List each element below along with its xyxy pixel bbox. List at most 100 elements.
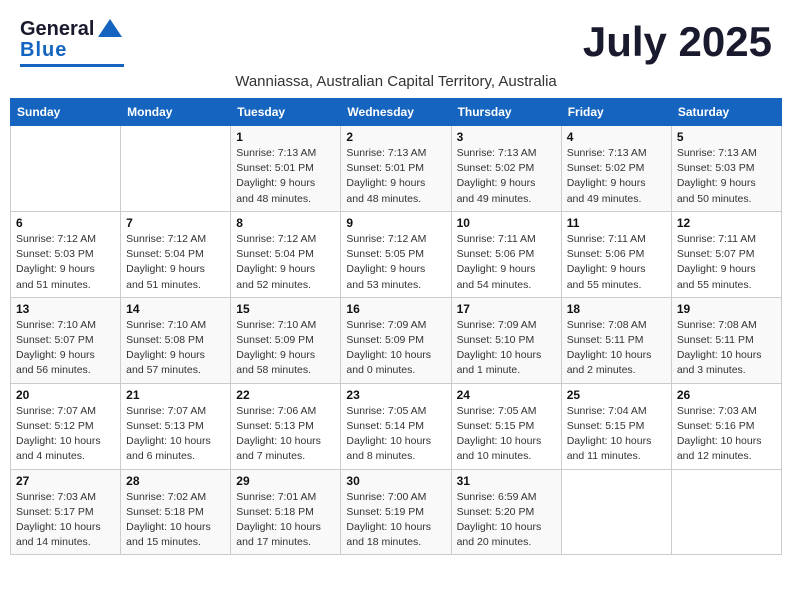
day-info: Sunrise: 7:13 AM Sunset: 5:03 PM Dayligh…	[677, 146, 776, 207]
day-number: 31	[457, 474, 556, 488]
logo-blue: Blue	[20, 39, 67, 62]
calendar-body: 1 Sunrise: 7:13 AM Sunset: 5:01 PM Daylig…	[11, 126, 782, 555]
day-info: Sunrise: 7:07 AM Sunset: 5:12 PM Dayligh…	[16, 404, 115, 465]
column-header-saturday: Saturday	[671, 99, 781, 126]
calendar-cell: 28Sunrise: 7:02 AM Sunset: 5:18 PM Dayli…	[121, 469, 231, 555]
calendar-cell: 2 Sunrise: 7:13 AM Sunset: 5:01 PM Daylig…	[341, 126, 451, 212]
calendar-cell: 10Sunrise: 7:11 AM Sunset: 5:06 PM Dayli…	[451, 211, 561, 297]
day-info: Sunrise: 7:12 AM Sunset: 5:04 PM Dayligh…	[236, 232, 335, 293]
subtitle: Wanniassa, Australian Capital Territory,…	[10, 73, 782, 90]
day-info: Sunrise: 7:04 AM Sunset: 5:15 PM Dayligh…	[567, 404, 666, 465]
calendar-cell: 20 Sunrise: 7:07 AM Sunset: 5:12 PM Dayli…	[11, 383, 121, 469]
day-number: 5	[677, 130, 776, 144]
day-info: Sunrise: 7:09 AM Sunset: 5:09 PM Dayligh…	[346, 318, 445, 379]
day-info: Sunrise: 7:10 AM Sunset: 5:08 PM Dayligh…	[126, 318, 225, 379]
day-info: Sunrise: 6:59 AM Sunset: 5:20 PM Dayligh…	[457, 490, 556, 551]
calendar-cell: 6 Sunrise: 7:12 AM Sunset: 5:03 PM Daylig…	[11, 211, 121, 297]
calendar-cell: 17 Sunrise: 7:09 AM Sunset: 5:10 PM Dayli…	[451, 297, 561, 383]
column-header-wednesday: Wednesday	[341, 99, 451, 126]
day-info: Sunrise: 7:13 AM Sunset: 5:01 PM Dayligh…	[346, 146, 445, 207]
column-header-friday: Friday	[561, 99, 671, 126]
day-number: 10	[457, 216, 556, 230]
day-number: 25	[567, 388, 666, 402]
day-number: 15	[236, 302, 335, 316]
logo: General Blue	[20, 18, 124, 67]
day-info: Sunrise: 7:10 AM Sunset: 5:07 PM Dayligh…	[16, 318, 115, 379]
calendar-cell: 11 Sunrise: 7:11 AM Sunset: 5:06 PM Dayli…	[561, 211, 671, 297]
day-number: 2	[346, 130, 445, 144]
day-number: 13	[16, 302, 115, 316]
logo-icon	[96, 17, 124, 39]
calendar-cell: 22Sunrise: 7:06 AM Sunset: 5:13 PM Dayli…	[231, 383, 341, 469]
day-number: 20	[16, 388, 115, 402]
calendar-cell	[671, 469, 781, 555]
day-info: Sunrise: 7:03 AM Sunset: 5:17 PM Dayligh…	[16, 490, 115, 551]
calendar-cell: 1Sunrise: 7:13 AM Sunset: 5:01 PM Daylig…	[231, 126, 341, 212]
calendar-cell: 24 Sunrise: 7:05 AM Sunset: 5:15 PM Dayli…	[451, 383, 561, 469]
day-number: 30	[346, 474, 445, 488]
day-number: 1	[236, 130, 335, 144]
day-info: Sunrise: 7:06 AM Sunset: 5:13 PM Dayligh…	[236, 404, 335, 465]
day-number: 12	[677, 216, 776, 230]
calendar-week-row: 20 Sunrise: 7:07 AM Sunset: 5:12 PM Dayli…	[11, 383, 782, 469]
calendar-cell: 29 Sunrise: 7:01 AM Sunset: 5:18 PM Dayli…	[231, 469, 341, 555]
calendar-cell: 4 Sunrise: 7:13 AM Sunset: 5:02 PM Daylig…	[561, 126, 671, 212]
day-number: 4	[567, 130, 666, 144]
calendar-week-row: 27 Sunrise: 7:03 AM Sunset: 5:17 PM Dayli…	[11, 469, 782, 555]
day-number: 27	[16, 474, 115, 488]
day-info: Sunrise: 7:12 AM Sunset: 5:05 PM Dayligh…	[346, 232, 445, 293]
calendar-cell: 21 Sunrise: 7:07 AM Sunset: 5:13 PM Dayli…	[121, 383, 231, 469]
calendar-cell: 16Sunrise: 7:09 AM Sunset: 5:09 PM Dayli…	[341, 297, 451, 383]
calendar-cell: 7Sunrise: 7:12 AM Sunset: 5:04 PM Daylig…	[121, 211, 231, 297]
day-info: Sunrise: 7:09 AM Sunset: 5:10 PM Dayligh…	[457, 318, 556, 379]
day-info: Sunrise: 7:05 AM Sunset: 5:14 PM Dayligh…	[346, 404, 445, 465]
page-header: General Blue July 2025	[10, 10, 782, 71]
month-title: July 2025	[583, 18, 772, 66]
calendar-week-row: 6 Sunrise: 7:12 AM Sunset: 5:03 PM Daylig…	[11, 211, 782, 297]
day-number: 3	[457, 130, 556, 144]
calendar-week-row: 1 Sunrise: 7:13 AM Sunset: 5:01 PM Daylig…	[11, 126, 782, 212]
logo-underline	[20, 64, 124, 67]
calendar-cell: 26 Sunrise: 7:03 AM Sunset: 5:16 PM Dayli…	[671, 383, 781, 469]
calendar-cell: 14 Sunrise: 7:10 AM Sunset: 5:08 PM Dayli…	[121, 297, 231, 383]
day-info: Sunrise: 7:01 AM Sunset: 5:18 PM Dayligh…	[236, 490, 335, 551]
day-number: 17	[457, 302, 556, 316]
calendar-header-row: SundayMondayTuesdayWednesdayThursdayFrid…	[11, 99, 782, 126]
calendar-week-row: 13 Sunrise: 7:10 AM Sunset: 5:07 PM Dayli…	[11, 297, 782, 383]
day-info: Sunrise: 7:00 AM Sunset: 5:19 PM Dayligh…	[346, 490, 445, 551]
calendar-cell	[11, 126, 121, 212]
day-info: Sunrise: 7:02 AM Sunset: 5:18 PM Dayligh…	[126, 490, 225, 551]
day-info: Sunrise: 7:05 AM Sunset: 5:15 PM Dayligh…	[457, 404, 556, 465]
day-number: 11	[567, 216, 666, 230]
day-number: 18	[567, 302, 666, 316]
day-number: 8	[236, 216, 335, 230]
day-info: Sunrise: 7:08 AM Sunset: 5:11 PM Dayligh…	[677, 318, 776, 379]
day-number: 21	[126, 388, 225, 402]
calendar-cell: 9 Sunrise: 7:12 AM Sunset: 5:05 PM Daylig…	[341, 211, 451, 297]
day-info: Sunrise: 7:07 AM Sunset: 5:13 PM Dayligh…	[126, 404, 225, 465]
day-number: 29	[236, 474, 335, 488]
calendar-cell: 18 Sunrise: 7:08 AM Sunset: 5:11 PM Dayli…	[561, 297, 671, 383]
calendar-cell: 12 Sunrise: 7:11 AM Sunset: 5:07 PM Dayli…	[671, 211, 781, 297]
calendar-cell: 19Sunrise: 7:08 AM Sunset: 5:11 PM Dayli…	[671, 297, 781, 383]
calendar-cell: 13 Sunrise: 7:10 AM Sunset: 5:07 PM Dayli…	[11, 297, 121, 383]
day-number: 14	[126, 302, 225, 316]
day-number: 26	[677, 388, 776, 402]
calendar-cell: 23Sunrise: 7:05 AM Sunset: 5:14 PM Dayli…	[341, 383, 451, 469]
calendar-cell: 27 Sunrise: 7:03 AM Sunset: 5:17 PM Dayli…	[11, 469, 121, 555]
day-number: 6	[16, 216, 115, 230]
day-info: Sunrise: 7:10 AM Sunset: 5:09 PM Dayligh…	[236, 318, 335, 379]
logo-general: General	[20, 18, 94, 41]
day-info: Sunrise: 7:03 AM Sunset: 5:16 PM Dayligh…	[677, 404, 776, 465]
day-info: Sunrise: 7:13 AM Sunset: 5:02 PM Dayligh…	[567, 146, 666, 207]
calendar-cell: 3Sunrise: 7:13 AM Sunset: 5:02 PM Daylig…	[451, 126, 561, 212]
calendar-cell: 25 Sunrise: 7:04 AM Sunset: 5:15 PM Dayli…	[561, 383, 671, 469]
column-header-tuesday: Tuesday	[231, 99, 341, 126]
day-number: 24	[457, 388, 556, 402]
calendar-table: SundayMondayTuesdayWednesdayThursdayFrid…	[10, 98, 782, 555]
day-info: Sunrise: 7:11 AM Sunset: 5:07 PM Dayligh…	[677, 232, 776, 293]
day-info: Sunrise: 7:08 AM Sunset: 5:11 PM Dayligh…	[567, 318, 666, 379]
day-info: Sunrise: 7:11 AM Sunset: 5:06 PM Dayligh…	[567, 232, 666, 293]
day-info: Sunrise: 7:12 AM Sunset: 5:03 PM Dayligh…	[16, 232, 115, 293]
day-number: 9	[346, 216, 445, 230]
